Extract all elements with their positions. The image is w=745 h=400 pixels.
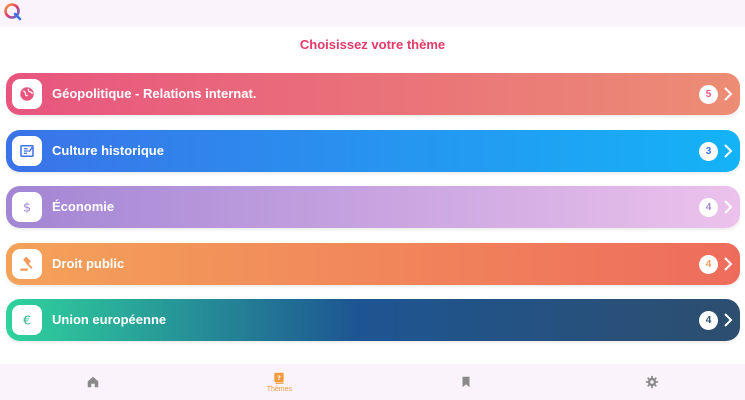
theme-item-geopolitique[interactable]: Géopolitique - Relations internat. 5: [6, 73, 740, 115]
question-count-badge: 5: [699, 85, 718, 104]
nav-home[interactable]: [0, 364, 186, 400]
chevron-right-icon: [724, 87, 733, 101]
theme-item-culture-historique[interactable]: Culture historique 3: [6, 129, 740, 172]
history-book-icon: [12, 135, 42, 166]
bookmark-icon: [462, 376, 470, 388]
theme-label: Géopolitique - Relations internat.: [52, 86, 257, 101]
chevron-right-icon: [724, 200, 733, 214]
question-count-badge: 4: [699, 311, 718, 330]
nav-themes[interactable]: ? Thèmes: [186, 364, 372, 400]
gavel-icon: [12, 248, 42, 279]
chevron-right-icon: [724, 256, 733, 271]
theme-item-droit-public[interactable]: Droit public 4: [6, 242, 740, 285]
question-count-badge: 4: [699, 254, 718, 274]
page-title: Choisissez votre thème: [299, 37, 446, 52]
quiz-logo-icon: [4, 3, 22, 21]
theme-list: Géopolitique - Relations internat. 5 Cul…: [6, 73, 740, 356]
chevron-right-icon: [724, 143, 733, 158]
theme-label: Union européenne: [52, 312, 167, 327]
bottom-navigation: ? Thèmes: [0, 364, 745, 400]
nav-settings[interactable]: [559, 364, 745, 400]
theme-label: Culture historique: [52, 142, 164, 158]
theme-item-union-europeenne[interactable]: € Union européenne 4: [6, 299, 740, 341]
theme-item-economie[interactable]: $ Économie 4: [6, 186, 740, 228]
nav-themes-label: Thèmes: [266, 386, 293, 393]
svg-text:?: ?: [278, 374, 282, 382]
svg-text:€: €: [23, 314, 31, 329]
question-count-badge: 3: [699, 141, 718, 161]
top-bar: [0, 0, 745, 27]
chevron-right-icon: [724, 313, 733, 327]
themes-icon: ?: [274, 372, 285, 384]
home-icon: [87, 376, 99, 388]
nav-bookmarks[interactable]: [373, 364, 559, 400]
euro-icon: €: [12, 305, 42, 335]
theme-label: Droit public: [52, 255, 125, 271]
theme-label: Économie: [52, 199, 115, 214]
svg-text:$: $: [23, 201, 31, 216]
dollar-icon: $: [12, 192, 42, 222]
globe-icon: [12, 79, 42, 109]
question-count-badge: 4: [699, 198, 718, 217]
settings-gear-icon: [645, 375, 658, 389]
